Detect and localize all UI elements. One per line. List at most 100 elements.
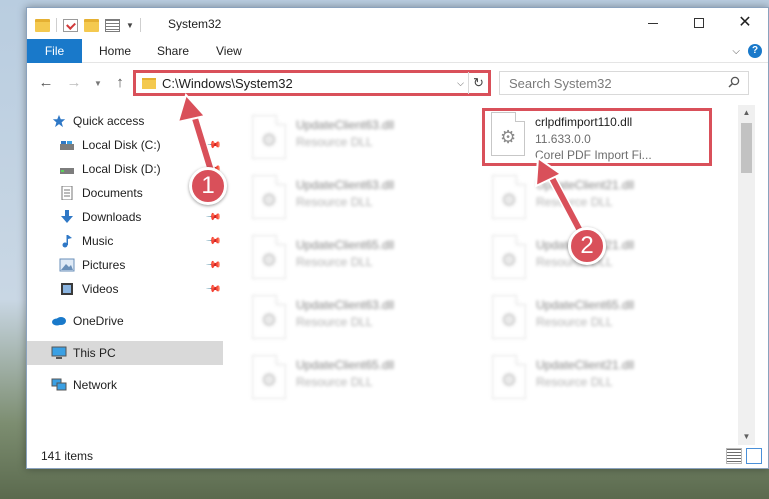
sidebar-item-label: This PC [73,346,116,360]
address-bar[interactable]: C:\Windows\System32 ⌵ ↻ [133,70,491,96]
sidebar-item-this-pc[interactable]: This PC [27,341,223,365]
file-version: 11.633.0.0 [535,132,591,146]
file-item[interactable]: ⚙ UpdateClient63.dll Resource DLL [243,171,473,229]
minimize-button[interactable] [630,8,676,38]
file-item[interactable]: ⚙ UpdateClient63.dll Resource DLL [243,111,473,169]
status-bar: 141 items [27,446,768,468]
file-name: UpdateClient63.dll [296,178,395,192]
gear-icon: ⚙ [500,127,517,147]
file-name: UpdateClient65.dll [296,358,395,372]
item-count: 141 items [41,449,94,463]
pin-icon[interactable]: 📌 [205,209,222,226]
address-dropdown-chevron-icon[interactable]: ⌵ [457,78,464,89]
file-type: Resource DLL [536,375,613,389]
help-icon[interactable]: ? [748,44,762,58]
pin-icon[interactable]: 📌 [205,137,222,154]
file-type: Resource DLL [296,195,373,209]
step-badge-1: 1 [189,167,227,205]
folder-icon [142,78,156,89]
sidebar-item-quick-access[interactable]: Quick access [27,109,223,133]
explorer-window: ▼ System32 ✕ File Home Share View ⌵ ? ← … [26,7,769,469]
pin-icon[interactable]: 📌 [205,257,222,274]
file-item[interactable]: ⚙ UpdateClient63.dll Resource DLL [243,291,473,349]
dll-file-icon: ⚙ [492,235,526,279]
properties-icon[interactable] [63,18,78,32]
view-icon[interactable] [105,18,120,32]
sidebar-item-label: OneDrive [73,314,124,328]
gear-icon: ⚙ [261,130,278,150]
search-icon [728,76,740,88]
close-button[interactable]: ✕ [722,8,768,38]
file-item[interactable]: ⚙ UpdateClient21.dll Resource DLL [483,351,713,409]
documents-icon [61,186,73,200]
forward-button[interactable]: → [65,74,83,91]
file-item[interactable]: ⚙ UpdateClient65.dll Resource DLL [243,351,473,409]
file-item-highlighted[interactable]: ⚙ crlpdfimport110.dll 11.633.0.0 Corel P… [482,108,712,166]
address-path[interactable]: C:\Windows\System32 [162,76,293,91]
dll-file-icon: ⚙ [252,115,286,159]
drive-icon [60,141,74,150]
pin-icon[interactable]: 📌 [205,281,222,298]
sidebar-item-downloads[interactable]: Downloads 📌 [27,205,223,229]
back-button[interactable]: ← [37,74,55,91]
file-name: UpdateClient65.dll [296,238,395,252]
file-type: Resource DLL [536,315,613,329]
large-icons-view-icon[interactable] [746,448,762,464]
toolbar-divider [56,18,57,32]
gear-icon: ⚙ [261,310,278,330]
sidebar-item-videos[interactable]: Videos 📌 [27,277,223,301]
recent-locations-chevron-icon[interactable]: ▼ [89,79,107,88]
file-name: UpdateClient65.dll [536,298,635,312]
view-switcher [726,448,762,464]
file-item[interactable]: ⚙ UpdateClient21.dll Resource DLL [483,171,713,229]
toolbar-divider [139,18,141,32]
scrollbar-thumb[interactable] [741,123,752,173]
dll-file-icon: ⚙ [252,235,286,279]
dll-file-icon: ⚙ [252,175,286,219]
file-item[interactable]: ⚙ UpdateClient65.dll Resource DLL [483,291,713,349]
folder-icon[interactable] [35,18,50,32]
sidebar-item-local-disk-c[interactable]: Local Disk (C:) 📌 [27,133,223,157]
sidebar-item-music[interactable]: Music 📌 [27,229,223,253]
window-controls: ✕ [630,8,768,38]
maximize-button[interactable] [676,8,722,38]
new-folder-icon[interactable] [84,18,99,32]
sidebar-item-pictures[interactable]: Pictures 📌 [27,253,223,277]
file-name: UpdateClient63.dll [296,118,395,132]
sidebar-item-label: Local Disk (C:) [82,138,161,152]
sidebar-item-onedrive[interactable]: OneDrive [27,309,223,333]
scroll-up-arrow-icon[interactable]: ▲ [738,105,755,121]
videos-icon [61,283,73,295]
tab-view[interactable]: View [216,39,242,63]
file-name: UpdateClient21.dll [536,358,635,372]
gear-icon: ⚙ [501,190,518,210]
refresh-button[interactable]: ↻ [468,72,488,94]
star-icon [52,114,66,128]
file-item[interactable]: ⚙ UpdateClient65.dll Resource DLL [243,231,473,289]
scroll-down-arrow-icon[interactable]: ▼ [738,429,755,445]
ribbon-tabs: File Home Share View ⌵ ? [27,39,768,63]
tab-share[interactable]: Share [157,39,189,63]
vertical-scrollbar[interactable]: ▲ ▼ [738,105,755,445]
sidebar-item-label: Videos [82,282,119,296]
pin-icon[interactable]: 📌 [205,233,222,250]
file-type: Resource DLL [296,375,373,389]
search-input[interactable]: Search System32 [499,71,749,95]
file-type: Resource DLL [296,255,373,269]
dll-file-icon: ⚙ [491,112,525,156]
up-button[interactable]: ↑ [111,74,129,91]
sidebar-item-network[interactable]: Network [27,373,223,397]
file-type: Resource DLL [296,315,373,329]
tab-file[interactable]: File [27,39,82,63]
expand-ribbon-chevron-icon[interactable]: ⌵ [732,46,740,57]
tab-home[interactable]: Home [99,39,131,63]
dll-file-icon: ⚙ [252,295,286,339]
details-view-icon[interactable] [726,448,742,464]
sidebar-item-label: Music [82,234,114,248]
customize-toolbar-chevron-icon[interactable]: ▼ [126,21,134,30]
file-name: UpdateClient63.dll [296,298,395,312]
navigation-pane: Quick access Local Disk (C:) 📌 Local Dis… [27,105,223,441]
sidebar-item-label: Documents [82,186,143,200]
computer-icon [51,346,67,359]
download-icon [61,210,73,223]
